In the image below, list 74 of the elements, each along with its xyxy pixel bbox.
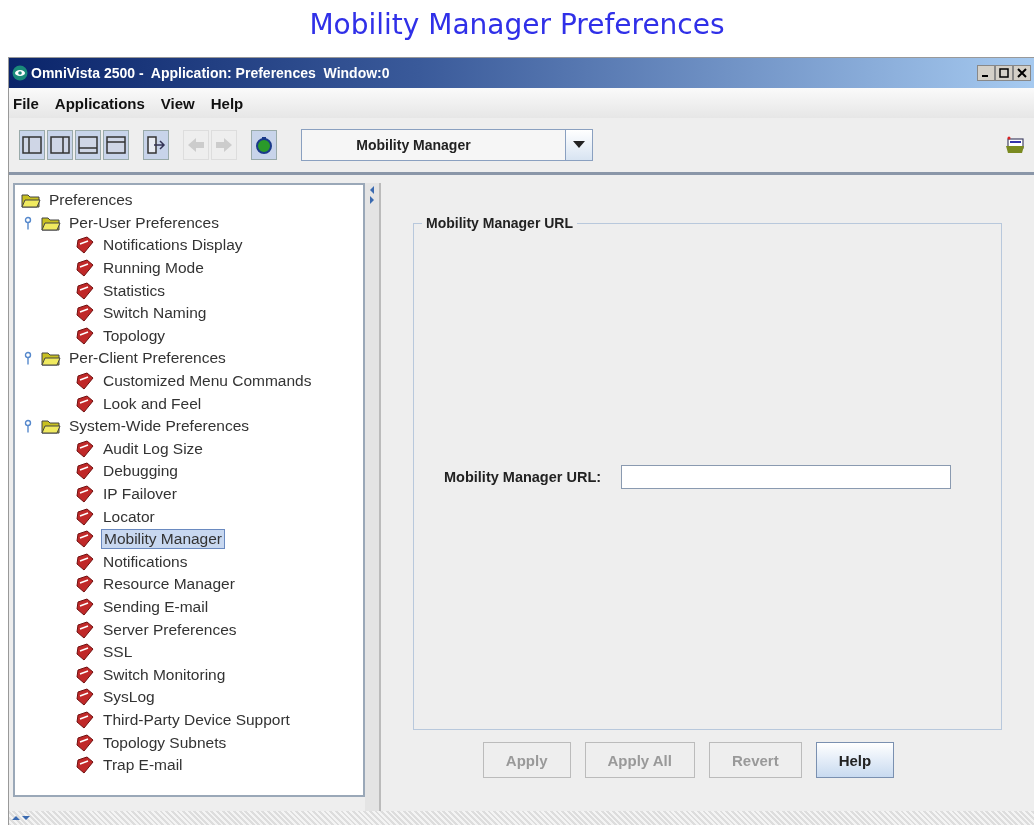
tag-icon [75,756,95,775]
pane-layout-icon[interactable] [19,130,45,160]
tag-icon [75,259,95,278]
maximize-button[interactable] [995,65,1013,81]
tree-item[interactable]: IP Failover [101,485,179,503]
tree-item[interactable]: Topology Subnets [101,733,229,752]
tag-icon [75,710,95,729]
minimize-button[interactable] [977,65,995,81]
tag-icon [75,733,95,752]
pane-layout-icon[interactable] [103,130,129,160]
exit-icon[interactable] [143,130,169,160]
minimize-icon [982,75,988,77]
group-title: Mobility Manager URL [422,215,577,231]
resize-arrows-icon[interactable] [11,815,31,821]
tree-item[interactable]: Server Preferences [101,620,239,639]
tree-item[interactable]: System-Wide Preferences [67,417,252,436]
tag-icon [75,530,95,549]
tree-item[interactable]: Running Mode [101,259,206,278]
tag-icon [75,688,95,707]
tag-icon [75,620,95,639]
tree-item[interactable]: Locator [101,507,157,526]
action-button[interactable]: Help [815,742,895,778]
tag-icon [75,552,95,571]
tree-item[interactable]: Statistics [101,281,167,300]
tree-item[interactable]: Switch Naming [101,304,209,323]
application-dropdown[interactable]: Mobility Manager [301,129,593,161]
tag-icon [75,665,95,684]
tree-item[interactable]: Per-Client Preferences [67,349,228,368]
tag-icon [75,575,95,594]
tag-icon [75,439,95,458]
caret-icon [573,141,585,149]
tag-icon [75,236,95,255]
field-label: Mobility Manager URL: [444,468,602,485]
tag-icon [75,326,95,345]
tree-item[interactable]: Trap E-mail [101,756,185,775]
collapse-arrows-icon[interactable] [369,185,375,205]
tree-item[interactable]: Third-Party Device Support [101,710,292,729]
tag-icon [75,598,95,616]
eye-icon [12,65,28,81]
tag-icon [75,462,95,481]
tree-item[interactable]: Resource Manager [101,575,237,594]
tree-item[interactable]: Debugging [101,462,180,481]
tree-item[interactable]: Per-User Preferences [67,213,221,232]
tree-item[interactable]: Notifications [101,552,190,571]
tree-item[interactable]: Notifications Display [101,236,245,255]
tree-item[interactable]: Switch Monitoring [101,665,228,684]
tag-icon [75,394,95,413]
tag-icon [75,643,95,662]
url-input-field[interactable] [621,464,952,489]
tree-item[interactable]: Sending E-mail [101,598,211,616]
close-icon [1016,67,1028,79]
tree-item[interactable]: Preferences [47,191,135,210]
tag-icon [75,372,95,391]
close-button[interactable] [1013,65,1031,81]
menu-item[interactable]: File [13,94,39,112]
menu-item[interactable]: Applications [54,94,145,112]
menu-item[interactable]: Help [210,94,244,112]
maximize-icon [998,67,1010,79]
tree-item[interactable]: Topology [101,326,168,345]
menu-item[interactable]: View [160,94,195,112]
tree-item[interactable]: SSL [101,643,135,662]
tag-icon [75,304,95,323]
tag-icon [75,281,95,300]
pane-layout-icon[interactable] [75,130,101,160]
tag-icon [75,485,95,503]
tree-item[interactable]: SysLog [101,688,157,707]
tag-icon [75,507,95,526]
tree-item[interactable]: Mobility Manager [101,529,226,550]
pane-layout-icon[interactable] [47,130,73,160]
window-title: OmniVista 2500 - Application: Preferences Window:0 [31,65,390,81]
page-title: Mobility Manager Preferences [308,7,726,43]
tree-item[interactable]: Look and Feel [101,394,204,413]
tree-item[interactable]: Audit Log Size [101,439,205,458]
tree-item[interactable]: Customized Menu Commands [101,372,314,391]
